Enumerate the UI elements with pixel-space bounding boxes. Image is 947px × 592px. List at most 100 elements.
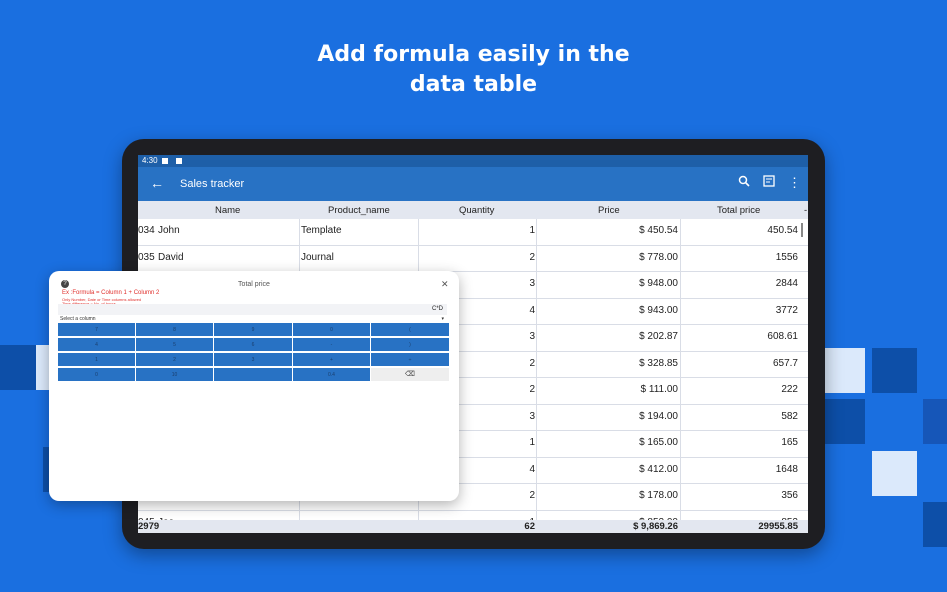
cell-product[interactable]: Template bbox=[301, 225, 342, 236]
headline-line-1: Add formula easily in the bbox=[317, 42, 630, 67]
image-notification-icon bbox=[162, 158, 168, 164]
keypad-key[interactable] bbox=[214, 368, 293, 382]
cell-quantity[interactable]: 2 bbox=[529, 358, 535, 369]
decor-square bbox=[923, 502, 947, 547]
keypad-key[interactable]: + bbox=[293, 353, 371, 367]
status-time: 4:30 bbox=[142, 156, 158, 165]
column-header-product[interactable]: Product_name bbox=[328, 205, 390, 216]
cell-price[interactable]: $ 165.00 bbox=[639, 437, 678, 448]
decor-square bbox=[872, 451, 917, 496]
status-bar: 4:30 bbox=[138, 155, 808, 167]
cell-product[interactable]: Journal bbox=[301, 252, 334, 263]
cell-quantity[interactable]: 4 bbox=[529, 305, 535, 316]
keypad-key[interactable]: 0 bbox=[293, 323, 371, 337]
formula-hint: Ex :Formula = Column 1 + Column 2 bbox=[62, 290, 160, 296]
cell-price[interactable]: $ 943.00 bbox=[639, 305, 678, 316]
column-header-name[interactable]: Name bbox=[215, 205, 240, 216]
table-footer: 2979 62 $ 9,869.26 29955.85 bbox=[138, 520, 808, 533]
footer-total-sum: 29955.85 bbox=[758, 521, 798, 532]
cell-price[interactable]: $ 194.00 bbox=[639, 411, 678, 422]
edit-note-icon[interactable] bbox=[763, 175, 776, 190]
keypad-key[interactable]: 4 bbox=[58, 338, 136, 352]
keypad-key[interactable]: 10 bbox=[136, 368, 214, 382]
column-header-quantity[interactable]: Quantity bbox=[459, 205, 494, 216]
keypad-key[interactable]: 5 bbox=[136, 338, 214, 352]
decor-square bbox=[825, 399, 865, 444]
decor-square bbox=[825, 348, 865, 393]
keypad-key[interactable]: 2 bbox=[136, 353, 214, 367]
cell-total-price[interactable]: 2844 bbox=[776, 278, 798, 289]
cell-price[interactable]: $ 328.85 bbox=[639, 358, 678, 369]
cell-total-price[interactable]: 222 bbox=[781, 384, 798, 395]
keypad-key[interactable]: 8 bbox=[136, 323, 214, 337]
cell-quantity[interactable]: 1 bbox=[529, 225, 535, 236]
table-header: Name Product_name Quantity Price Total p… bbox=[138, 201, 808, 219]
cell-total-price[interactable]: 165 bbox=[781, 437, 798, 448]
cell-price[interactable]: $ 178.00 bbox=[639, 490, 678, 501]
app-bar: ← Sales tracker ⋮ bbox=[138, 167, 808, 201]
keypad-key[interactable]: - bbox=[293, 338, 371, 352]
cell-price[interactable]: $ 450.54 bbox=[639, 225, 678, 236]
column-header-total-price[interactable]: Total price bbox=[717, 205, 760, 216]
cell-id[interactable]: 035 bbox=[138, 252, 155, 263]
headline: Add formula easily in the data table bbox=[0, 40, 947, 100]
cell-price[interactable]: $ 778.00 bbox=[639, 252, 678, 263]
scrollbar[interactable] bbox=[801, 223, 803, 237]
cell-quantity[interactable]: 3 bbox=[529, 278, 535, 289]
search-icon[interactable] bbox=[738, 175, 750, 190]
cell-quantity[interactable]: 2 bbox=[529, 384, 535, 395]
keypad-key[interactable]: 9 bbox=[214, 323, 293, 337]
cell-total-price[interactable]: 582 bbox=[781, 411, 798, 422]
cell-total-price[interactable]: 356 bbox=[781, 490, 798, 501]
formula-input[interactable]: C*D bbox=[58, 304, 447, 315]
app-notification-icon bbox=[176, 158, 182, 164]
table-row[interactable]: 034 John Template 1 $ 450.54 450.54 bbox=[138, 219, 808, 246]
column-select-label: Select a column bbox=[60, 316, 96, 322]
cell-price[interactable]: $ 202.87 bbox=[639, 331, 678, 342]
arrow-back-icon[interactable]: ← bbox=[150, 175, 164, 191]
cell-price[interactable]: $ 412.00 bbox=[639, 464, 678, 475]
keypad-key[interactable]: ( bbox=[371, 323, 450, 337]
keypad-key[interactable]: ÷ bbox=[371, 353, 450, 367]
keypad-key[interactable]: 7 bbox=[58, 323, 136, 337]
cell-total-price[interactable]: 450.54 bbox=[767, 225, 798, 236]
cell-total-price[interactable]: 608.61 bbox=[767, 331, 798, 342]
close-icon[interactable]: ✕ bbox=[441, 279, 449, 290]
chevron-down-icon: ▾ bbox=[441, 316, 444, 322]
keypad-key[interactable]: 3 bbox=[214, 353, 293, 367]
cell-id[interactable]: 034 bbox=[138, 225, 155, 236]
cell-quantity[interactable]: 2 bbox=[529, 252, 535, 263]
footer-quantity-sum: 62 bbox=[524, 521, 535, 532]
column-header-more: - bbox=[804, 205, 808, 216]
dialog-title: Total price bbox=[238, 281, 270, 288]
cell-name[interactable]: John bbox=[158, 225, 180, 236]
cell-quantity[interactable]: 4 bbox=[529, 464, 535, 475]
table-row[interactable]: 035 David Journal 2 $ 778.00 1556 bbox=[138, 246, 808, 272]
backspace-icon[interactable]: ⌫ bbox=[371, 368, 450, 382]
cell-total-price[interactable]: 3772 bbox=[776, 305, 798, 316]
footer-id-sum: 2979 bbox=[138, 521, 160, 532]
keypad-key[interactable]: 0 bbox=[58, 368, 136, 382]
decor-square bbox=[923, 399, 947, 444]
cell-price[interactable]: $ 948.00 bbox=[639, 278, 678, 289]
cell-total-price[interactable]: 1648 bbox=[776, 464, 798, 475]
app-title: Sales tracker bbox=[180, 178, 245, 190]
keypad-key[interactable]: 0.4 bbox=[293, 368, 371, 382]
cell-total-price[interactable]: 657.7 bbox=[773, 358, 798, 369]
more-vert-icon[interactable]: ⋮ bbox=[788, 175, 801, 191]
headline-line-2: data table bbox=[409, 72, 538, 97]
formula-value: C*D bbox=[431, 306, 443, 312]
cell-price[interactable]: $ 111.00 bbox=[641, 384, 678, 395]
cell-quantity[interactable]: 2 bbox=[529, 490, 535, 501]
keypad-key[interactable]: ) bbox=[371, 338, 450, 352]
cell-name[interactable]: David bbox=[158, 252, 184, 263]
cell-quantity[interactable]: 1 bbox=[529, 437, 535, 448]
cell-total-price[interactable]: 1556 bbox=[776, 252, 798, 263]
column-header-price[interactable]: Price bbox=[598, 205, 620, 216]
keypad-key[interactable]: 1 bbox=[58, 353, 136, 367]
decor-square bbox=[872, 348, 917, 393]
decor-square bbox=[0, 345, 36, 390]
keypad-key[interactable]: 6 bbox=[214, 338, 293, 352]
cell-quantity[interactable]: 3 bbox=[529, 331, 535, 342]
cell-quantity[interactable]: 3 bbox=[529, 411, 535, 422]
